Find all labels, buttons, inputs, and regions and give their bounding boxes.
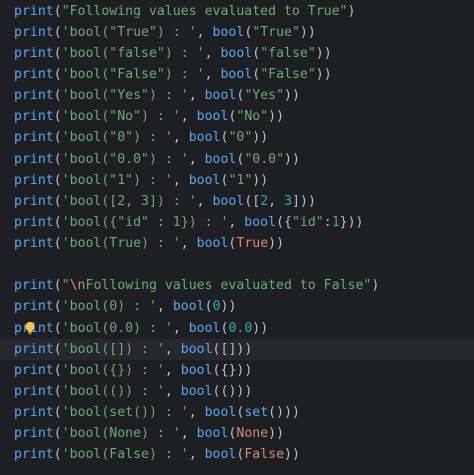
code-line[interactable]: print('bool(0.0) : ', bool(0.0)) bbox=[14, 318, 268, 339]
code-line[interactable]: print('bool(None) : ', bool(None)) bbox=[14, 423, 284, 444]
code-line[interactable]: print('bool([]) : ', bool([])) bbox=[14, 339, 252, 360]
code-line[interactable]: print('bool("0.0") : ', bool("0.0")) bbox=[14, 149, 300, 170]
code-editor[interactable]: print("Following values evaluated to Tru… bbox=[0, 0, 474, 475]
code-line[interactable]: print('bool("Yes") : ', bool("Yes")) bbox=[14, 85, 300, 106]
code-line[interactable]: print('bool({"id" : 1}) : ', bool({"id":… bbox=[14, 212, 364, 233]
code-line[interactable]: print('bool("True") : ', bool("True")) bbox=[14, 22, 316, 43]
code-line[interactable]: print('bool({}) : ', bool({})) bbox=[14, 360, 252, 381]
code-line[interactable]: print('bool("false") : ', bool("false")) bbox=[14, 43, 332, 64]
code-line[interactable]: print('bool([2, 3]) : ', bool([2, 3])) bbox=[14, 191, 316, 212]
code-line[interactable]: print('bool("False") : ', bool("False")) bbox=[14, 64, 332, 85]
code-line[interactable]: print('bool(True) : ', bool(True)) bbox=[14, 233, 284, 254]
code-line[interactable]: print('bool("No") : ', bool("No")) bbox=[14, 106, 284, 127]
code-line[interactable]: print("\nFollowing values evaluated to F… bbox=[14, 275, 379, 296]
code-line[interactable]: print('bool(False) : ', bool(False)) bbox=[14, 444, 300, 465]
code-line[interactable]: print('bool("1") : ', bool("1")) bbox=[14, 170, 268, 191]
code-line[interactable]: print('bool("0") : ', bool("0")) bbox=[14, 127, 268, 148]
lightbulb-icon[interactable] bbox=[23, 321, 37, 335]
code-line[interactable]: print("Following values evaluated to Tru… bbox=[14, 1, 355, 22]
code-line[interactable]: print('bool(0) : ', bool(0)) bbox=[14, 296, 236, 317]
code-line[interactable]: print('bool(()) : ', bool(())) bbox=[14, 381, 252, 402]
code-line[interactable]: print('bool(set()) : ', bool(set())) bbox=[14, 402, 300, 423]
